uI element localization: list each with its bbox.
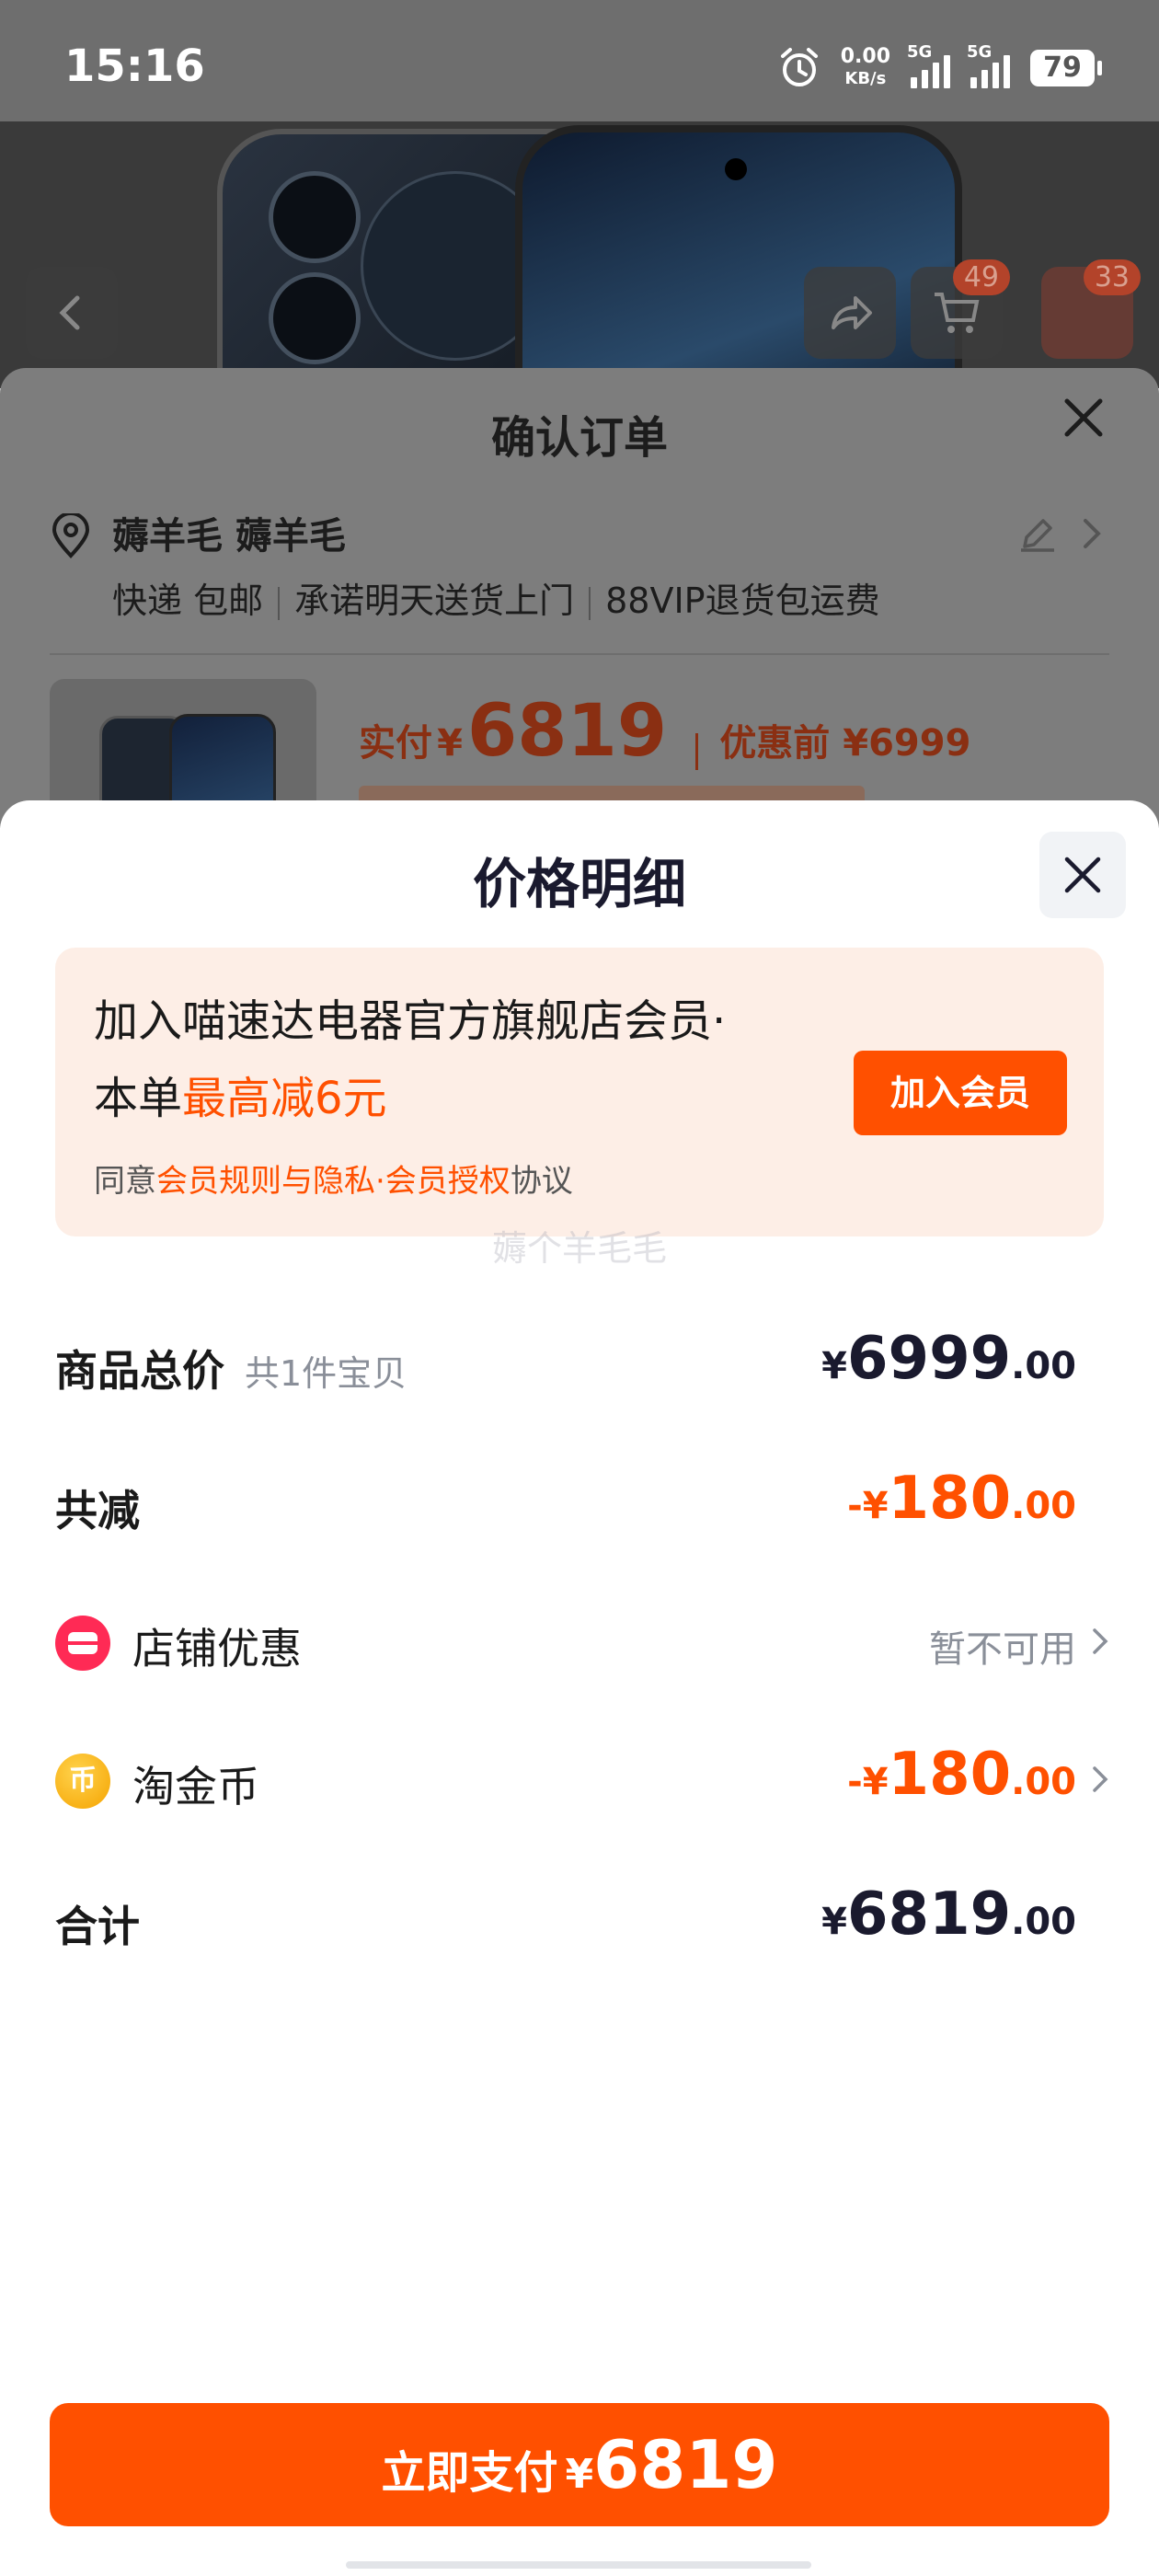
share-button[interactable] (804, 267, 896, 359)
pay-currency: ¥ (437, 722, 463, 765)
net-speed: 0.00 KB/s (841, 46, 890, 90)
total-price-label: 商品总价 共1件宝贝 (55, 1338, 407, 1398)
item-count: 共1件宝贝 (245, 1353, 407, 1394)
reduction-value: -¥180.00 (847, 1465, 1076, 1533)
promo-highlight: 最高减6元 (182, 1073, 387, 1124)
address-name[interactable]: 薅羊毛 薅羊毛 (112, 506, 346, 559)
order-sheet-title: 确认订单 (490, 412, 668, 464)
sim1-label: 5G (907, 42, 933, 62)
chevron-right-icon (1093, 1766, 1108, 1792)
back-button[interactable] (26, 267, 118, 359)
status-bar: 15:16 0.00 KB/s 5G 5G 79 (0, 0, 1159, 121)
tao-coin-label: 淘金币 (132, 1762, 259, 1811)
currency: ¥ (821, 1901, 848, 1943)
pay-now-amount: 6819 (593, 2426, 778, 2503)
return-policy: 88VIP退货包运费 (605, 581, 880, 621)
pay-amount: 6819 (467, 690, 668, 773)
pay-now-button[interactable]: 立即支付 ¥6819 (50, 2403, 1109, 2526)
total-price-value: ¥6999.00 (821, 1325, 1076, 1393)
promo-line-2: 本单最高减6元 (94, 1062, 387, 1126)
sum-label: 合计 (55, 1902, 140, 1951)
sheet-title: 价格明细 (472, 853, 686, 915)
more-button[interactable]: 33 (1041, 259, 1141, 359)
agree-prefix: 同意 (94, 1163, 156, 1200)
join-member-button[interactable]: 加入会员 (854, 1051, 1067, 1135)
watermark: 薅个羊毛毛 (491, 1228, 667, 1269)
tao-coin-row[interactable]: 币 淘金币 -¥180.00 (55, 1741, 1108, 1814)
store-coupon-icon (55, 1616, 110, 1671)
shipping-info: 快递 包邮 承诺明天送货上门 88VIP退货包运费 (112, 572, 880, 623)
location-pin-icon (52, 513, 90, 558)
pay-now-label: 立即支付 (381, 2447, 558, 2499)
alarm-icon (780, 48, 818, 86)
before-discount: 优惠前 ¥6999 (719, 722, 971, 765)
product-image-area: 49 33 (0, 121, 1159, 388)
total-reduction-row: 共减 -¥180.00 (55, 1465, 1104, 1538)
currency: -¥ (847, 1485, 889, 1527)
currency: -¥ (847, 1761, 889, 1803)
promo-prefix: 本单 (94, 1073, 183, 1124)
price-detail-sheet: 价格明细 加入喵速达电器官方旗舰店会员· 本单最高减6元 同意会员规则与隐私·会… (0, 800, 1159, 2576)
home-indicator[interactable] (346, 2561, 811, 2569)
sum-value: ¥6819.00 (821, 1880, 1076, 1949)
amount-int: 180 (888, 1741, 1012, 1809)
membership-promo-card: 加入喵速达电器官方旗舰店会员· 本单最高减6元 同意会员规则与隐私·会员授权协议… (55, 948, 1104, 1236)
close-icon[interactable] (1058, 392, 1109, 443)
pay-label: 实付 (359, 722, 432, 765)
front-camera (725, 158, 747, 180)
status-time: 15:16 (64, 40, 205, 92)
camera-lens (269, 272, 361, 364)
signal-icon-1: 5G (907, 42, 950, 88)
agreement-link[interactable]: 会员规则与隐私·会员授权 (156, 1163, 511, 1200)
amount-dec: .00 (1011, 1761, 1076, 1803)
share-icon (832, 296, 872, 329)
pay-now-currency: ¥ (565, 2451, 594, 2498)
net-speed-value: 0.00 (840, 45, 890, 68)
agreement-text: 同意会员规则与隐私·会员授权协议 (94, 1156, 573, 1201)
divider (50, 653, 1109, 655)
message-badge: 33 (1083, 259, 1141, 295)
amount-int: 6999 (847, 1325, 1012, 1393)
close-button[interactable] (1039, 832, 1126, 918)
reduction-label: 共减 (55, 1486, 140, 1535)
promo-line-1: 加入喵速达电器官方旗舰店会员· (94, 995, 727, 1047)
cart-button[interactable]: 49 (911, 259, 1010, 359)
coin-icon: 币 (55, 1754, 110, 1809)
product-phone-front (515, 125, 962, 388)
battery-icon: 79 (1030, 50, 1102, 86)
edit-icon[interactable] (1017, 513, 1058, 554)
chevron-right-icon[interactable] (1078, 515, 1106, 552)
amount-dec: .00 (1011, 1485, 1076, 1527)
status-icons: 0.00 KB/s 5G 5G 79 (778, 42, 1102, 90)
agree-suffix: 协议 (510, 1163, 573, 1200)
tao-coin-value: -¥180.00 (847, 1741, 1076, 1809)
cart-badge: 49 (952, 259, 1010, 295)
amount-int: 180 (888, 1465, 1012, 1533)
amount-dec: .00 (1011, 1345, 1076, 1387)
store-discount-status: 暂不可用 (929, 1628, 1076, 1671)
shipping-method: 快递 包邮 (112, 581, 264, 621)
amount-dec: .00 (1011, 1901, 1076, 1943)
total-label-text: 商品总价 (55, 1346, 224, 1396)
amount-int: 6819 (847, 1880, 1012, 1949)
chevron-left-icon (59, 295, 80, 330)
store-discount-label: 店铺优惠 (132, 1624, 302, 1673)
net-speed-unit: KB/s (844, 69, 887, 88)
sim2-label: 5G (967, 42, 993, 62)
order-pay-line: 实付 ¥ 6819 优惠前 ¥6999 (359, 690, 970, 773)
currency: ¥ (821, 1345, 848, 1387)
total-price-row: 商品总价 共1件宝贝 ¥6999.00 (55, 1325, 1104, 1398)
camera-lens (269, 171, 361, 263)
store-discount-row[interactable]: 店铺优惠 暂不可用 (55, 1603, 1108, 1676)
confirm-order-sheet: 确认订单 薅羊毛 薅羊毛 快递 包邮 承诺明天送货上门 88VIP退货包运费 实付 … (0, 368, 1159, 835)
delivery-promise: 承诺明天送货上门 (294, 581, 575, 621)
signal-icon-2: 5G (967, 42, 1010, 88)
sum-row: 合计 ¥6819.00 (55, 1880, 1104, 1954)
chevron-right-icon (1093, 1628, 1108, 1654)
close-icon (1064, 857, 1101, 893)
